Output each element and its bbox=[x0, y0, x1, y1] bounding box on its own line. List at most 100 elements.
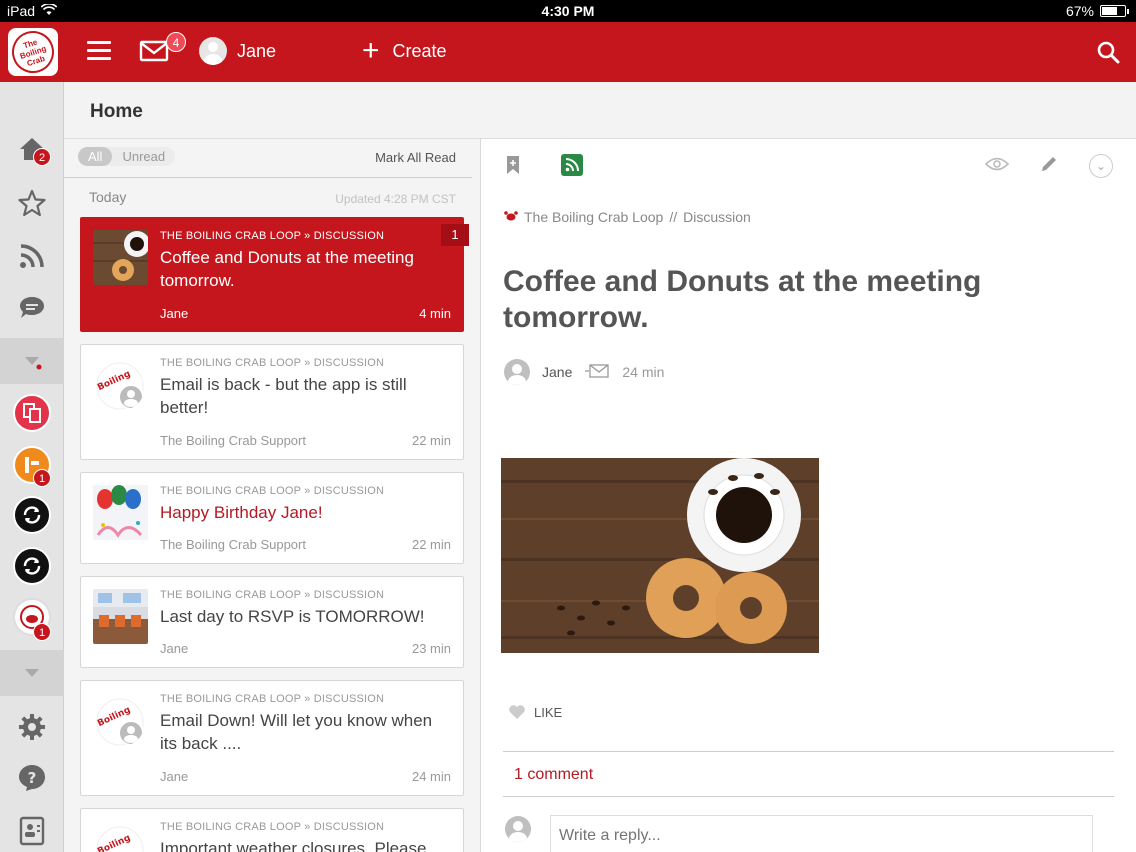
document-app-icon bbox=[13, 394, 51, 432]
list-item[interactable]: Boiling The Boiling Crab Loop » Discussi… bbox=[80, 808, 464, 852]
author-avatar bbox=[504, 359, 530, 385]
unread-count-badge: 1 bbox=[441, 224, 469, 246]
sidebar-app-sync-1[interactable] bbox=[0, 490, 64, 540]
breadcrumb-group-link[interactable]: The Boiling Crab Loop bbox=[524, 209, 663, 225]
refresh-icon bbox=[13, 547, 51, 585]
updated-timestamp: Updated 4:28 PM CST bbox=[335, 192, 456, 206]
create-button[interactable]: + Create bbox=[362, 36, 447, 66]
like-button[interactable]: LIKE bbox=[508, 704, 562, 720]
top-bar: The Boiling Crab 4 Jane + Create bbox=[0, 22, 1136, 82]
bookmark-icon[interactable] bbox=[506, 155, 520, 175]
sidebar-item-help[interactable]: ? bbox=[0, 753, 64, 803]
page-title: Home bbox=[90, 101, 143, 122]
item-breadcrumb: The Boiling Crab Loop » Discussion bbox=[160, 821, 385, 833]
divider bbox=[503, 796, 1114, 797]
list-item[interactable]: The Boiling Crab Loop » Discussion Last … bbox=[80, 576, 464, 668]
heart-icon bbox=[509, 705, 525, 719]
list-item[interactable]: The Boiling Crab Loop » Discussion Happy… bbox=[80, 472, 464, 564]
reply-input[interactable] bbox=[550, 815, 1093, 852]
post-title: Coffee and Donuts at the meeting tomorro… bbox=[503, 265, 982, 334]
list-item[interactable]: Boiling The Boiling Crab Loop » Discussi… bbox=[80, 680, 464, 796]
item-author: The Boiling Crab Support bbox=[160, 537, 306, 552]
list-item[interactable]: Boiling The Boiling Crab Loop » Discussi… bbox=[80, 344, 464, 460]
menu-icon[interactable] bbox=[87, 41, 111, 61]
user-avatar bbox=[199, 37, 227, 65]
sidebar-collapse-toggle[interactable] bbox=[0, 338, 64, 384]
list-item[interactable]: The Boiling Crab Loop » Discussion Coffe… bbox=[80, 217, 469, 332]
filter-unread-tab[interactable]: Unread bbox=[112, 147, 175, 166]
crab-logo-thumbnail: Boiling bbox=[95, 697, 145, 747]
user-menu[interactable]: Jane bbox=[199, 37, 276, 65]
item-time: 24 min bbox=[411, 769, 451, 784]
directory-icon bbox=[19, 816, 45, 846]
post-author[interactable]: Jane bbox=[542, 364, 572, 380]
breadcrumb-type[interactable]: Discussion bbox=[683, 209, 751, 225]
search-icon[interactable] bbox=[1096, 40, 1120, 64]
sidebar-item-favorites[interactable] bbox=[0, 178, 64, 228]
status-bar: iPad 4:30 PM 67% bbox=[0, 0, 1136, 22]
sidebar-app-orange[interactable]: 1 bbox=[0, 440, 64, 490]
gear-icon bbox=[19, 714, 45, 740]
filter-all-tab[interactable]: All bbox=[78, 147, 113, 166]
clock: 4:30 PM bbox=[541, 3, 595, 19]
rss-icon bbox=[20, 244, 44, 268]
comments-count-link[interactable]: 1 comment bbox=[514, 766, 593, 784]
inbox-icon[interactable] bbox=[139, 39, 169, 63]
sidebar-item-settings[interactable] bbox=[0, 702, 64, 752]
orange-app-badge: 1 bbox=[33, 469, 51, 487]
sidebar-app-document[interactable] bbox=[0, 388, 64, 438]
breadcrumb-separator: // bbox=[669, 209, 678, 225]
read-filter: All Unread bbox=[78, 147, 176, 166]
reply-avatar bbox=[505, 816, 531, 842]
item-breadcrumb: The Boiling Crab Loop » Discussion bbox=[160, 485, 385, 497]
item-time: 4 min bbox=[419, 306, 451, 321]
item-author: The Boiling Crab Support bbox=[160, 433, 306, 448]
feed-icon[interactable] bbox=[561, 154, 583, 176]
pencil-icon[interactable] bbox=[1040, 155, 1058, 178]
chevron-down-icon bbox=[25, 357, 42, 370]
post-image[interactable] bbox=[501, 458, 819, 653]
app-logo[interactable]: The Boiling Crab bbox=[6, 25, 60, 79]
crab-logo-thumbnail: Boiling bbox=[95, 361, 145, 411]
section-header: Today bbox=[89, 189, 127, 205]
sidebar-more-toggle[interactable] bbox=[0, 650, 64, 696]
home-badge: 2 bbox=[33, 148, 51, 166]
item-time: 22 min bbox=[411, 433, 451, 448]
item-time: 23 min bbox=[411, 641, 451, 656]
post-time: 24 min bbox=[622, 364, 665, 380]
inbox-badge: 4 bbox=[166, 32, 186, 52]
coffee-thumbnail bbox=[93, 230, 148, 285]
star-icon bbox=[18, 189, 46, 217]
eye-icon[interactable] bbox=[984, 157, 1010, 176]
help-icon: ? bbox=[19, 765, 45, 791]
sync-icon bbox=[13, 496, 51, 534]
post-author-row: Jane 24 min bbox=[504, 359, 664, 385]
item-title: Important weather closures. Please bbox=[160, 839, 427, 852]
chevron-down-icon bbox=[25, 669, 39, 677]
divider bbox=[64, 177, 472, 178]
item-breadcrumb: The Boiling Crab Loop » Discussion bbox=[160, 357, 385, 369]
sidebar-app-crab[interactable]: 1 bbox=[0, 592, 64, 642]
like-label: LIKE bbox=[534, 704, 563, 720]
sidebar-item-directory[interactable] bbox=[0, 806, 64, 852]
sidebar-app-sync-2[interactable] bbox=[0, 541, 64, 591]
sidebar-item-feeds[interactable] bbox=[0, 231, 64, 281]
sidebar-item-chat[interactable] bbox=[0, 283, 64, 333]
email-sent-icon bbox=[584, 363, 610, 382]
svg-text:?: ? bbox=[28, 769, 37, 787]
sidebar: 2 1 1 ? bbox=[0, 82, 64, 852]
item-title: Happy Birthday Jane! bbox=[160, 503, 323, 522]
create-label: Create bbox=[392, 40, 447, 61]
item-breadcrumb: The Boiling Crab Loop » Discussion bbox=[160, 589, 385, 601]
item-breadcrumb: The Boiling Crab Loop » Discussion bbox=[160, 693, 385, 705]
item-author: Jane bbox=[160, 306, 189, 321]
item-author: Jane bbox=[160, 641, 189, 656]
mark-all-read-button[interactable]: Mark All Read bbox=[375, 150, 456, 165]
crab-icon bbox=[504, 209, 518, 225]
item-title: Email Down! Will let you know when its b… bbox=[160, 711, 433, 753]
sidebar-item-home[interactable]: 2 bbox=[0, 124, 64, 174]
chat-icon bbox=[20, 297, 44, 318]
activity-list-pane: All Unread Mark All Read Today Updated 4… bbox=[64, 139, 481, 852]
user-name: Jane bbox=[237, 40, 277, 61]
chevron-down-icon[interactable]: ⌄ bbox=[1089, 154, 1113, 178]
